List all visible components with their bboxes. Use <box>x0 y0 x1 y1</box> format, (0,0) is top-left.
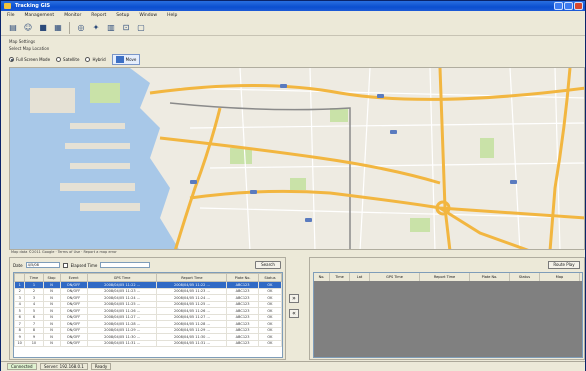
column-header[interactable] <box>14 273 26 282</box>
menu-report[interactable]: Report <box>91 13 106 18</box>
menu-help[interactable]: Help <box>167 13 177 18</box>
route-column-header[interactable]: Plate No. <box>470 273 510 281</box>
column-header[interactable]: Event <box>59 273 88 282</box>
map-canvas[interactable] <box>10 68 585 250</box>
binoculars-icon[interactable]: ◎ <box>75 22 87 34</box>
table-cell: 2008/04/05 11:31 ... <box>156 339 228 347</box>
radio-dot <box>85 57 91 62</box>
radio-full-screen[interactable]: Full Screen Mode <box>9 57 50 62</box>
filter-row: Date 4/5/08 Elapsed Time <box>13 261 151 269</box>
route-grid-header: No. Time Lat GPS Time Report Time Plate No. St… <box>314 273 582 281</box>
menu-setup[interactable]: Setup <box>116 13 129 18</box>
route-column-header[interactable]: No. <box>314 273 330 281</box>
menu-window[interactable]: Window <box>139 13 157 18</box>
menu-monitor[interactable]: Monitor <box>64 13 81 18</box>
route-column-header[interactable]: Status <box>510 273 540 281</box>
status-connection: Connected <box>7 363 37 370</box>
menu-bar: File Management Monitor Report Setup Win… <box>1 11 585 20</box>
column-header[interactable]: Status <box>257 273 282 282</box>
status-server: Server: 192.168.0.1 <box>40 363 88 370</box>
table-cell: OK <box>257 339 282 347</box>
column-header[interactable]: Stop <box>42 273 61 282</box>
event-table: Time Stop Event GPS Time Report Time Plate No… <box>14 273 282 347</box>
move-map-button[interactable]: Move <box>111 54 141 65</box>
move-label: Move <box>125 57 137 62</box>
table-cell: N <box>42 339 61 347</box>
app-icon <box>4 3 11 9</box>
radio-satellite[interactable]: Satellite <box>56 57 79 62</box>
route-grid[interactable]: No. Time Lat GPS Time Report Time Plate No. St… <box>313 272 583 358</box>
route-column-header[interactable]: Lat <box>350 273 370 281</box>
route-column-header[interactable]: Report Time <box>420 273 470 281</box>
date-field[interactable]: 4/5/08 <box>25 262 60 268</box>
elapsed-time-checkbox[interactable] <box>62 262 68 268</box>
truck-icon[interactable]: ■ <box>37 22 49 34</box>
column-header[interactable]: Report Time <box>156 273 228 282</box>
pin-icon[interactable]: ✦ <box>90 22 102 34</box>
new-icon[interactable]: ▤ <box>7 22 19 34</box>
column-header[interactable]: Plate No. <box>226 273 259 282</box>
window-title: Tracking GIS <box>15 3 51 9</box>
toolbar-separator <box>69 21 70 34</box>
map-settings-bar: Map Settings Select Map Location Full Sc… <box>1 37 585 67</box>
status-ready: Ready <box>90 363 112 370</box>
remove-from-route-button[interactable]: « <box>289 309 299 318</box>
map-mode-radios: Full Screen Mode Satellite Hybrid Move <box>9 54 141 65</box>
main-window: Tracking GIS File Management Monitor Rep… <box>0 0 586 371</box>
table-cell: 10 <box>14 339 26 347</box>
close-button[interactable] <box>574 2 583 10</box>
column-header[interactable]: Time <box>24 273 44 282</box>
column-header[interactable]: GPS Time <box>86 273 158 282</box>
maximize-button[interactable] <box>564 2 573 10</box>
menu-file[interactable]: File <box>7 13 15 18</box>
table-header: Time Stop Event GPS Time Report Time Plate No… <box>14 273 282 282</box>
route-play-button[interactable]: Route Play <box>548 261 580 269</box>
radio-dot <box>56 57 62 62</box>
radio-label: Hybrid <box>92 57 106 62</box>
table-cell: ON/OFF <box>59 339 88 347</box>
table-row[interactable]: 10 10 N ON/OFF 2008/04/05 11:31 ... 2008/04/0… <box>14 339 282 347</box>
date-label: Date <box>13 262 23 268</box>
route-column-header[interactable]: Time <box>330 273 350 281</box>
event-grid[interactable]: Time Stop Event GPS Time Report Time Plate No… <box>13 272 283 358</box>
map-view[interactable] <box>9 67 585 250</box>
table-cell: 10 <box>24 339 44 347</box>
map-view-icon <box>115 56 124 63</box>
table-cell: ABC123 <box>226 339 259 347</box>
transfer-buttons: » « <box>289 294 299 318</box>
radio-hybrid[interactable]: Hybrid <box>85 57 106 62</box>
add-to-route-button[interactable]: » <box>289 294 299 303</box>
route-column-header[interactable]: GPS Time <box>370 273 420 281</box>
grid-icon[interactable]: ▦ <box>52 22 64 34</box>
title-bar: Tracking GIS <box>1 1 585 11</box>
table-cell: 2008/04/05 11:31 ... <box>86 339 158 347</box>
radio-label: Satellite <box>63 57 80 62</box>
event-list-panel: Date 4/5/08 Elapsed Time Search Time Stop… <box>9 257 286 360</box>
radio-dot <box>9 57 14 62</box>
map-settings-caption: Map Settings <box>9 39 36 44</box>
map-location-label: Select Map Location <box>9 46 50 51</box>
toolbar: ▤ ☺ ■ ▦ ◎ ✦ ▥ ⊡ ▢ <box>1 20 585 36</box>
minimize-button[interactable] <box>554 2 563 10</box>
elapsed-time-field[interactable] <box>100 262 151 268</box>
search-button[interactable]: Search <box>255 261 281 269</box>
chart-icon[interactable]: ▥ <box>105 22 117 34</box>
person-icon[interactable]: ☺ <box>22 22 34 34</box>
window-icon[interactable]: ▢ <box>135 22 147 34</box>
route-column-header[interactable]: Map <box>540 273 580 281</box>
elapsed-time-label: Elapsed Time <box>70 262 98 268</box>
vehicle-icon[interactable]: ⊡ <box>120 22 132 34</box>
menu-management[interactable]: Management <box>25 13 55 18</box>
map-attribution: Map data ©2011 Google · Terms of Use · R… <box>9 250 585 255</box>
route-panel: Route Play No. Time Lat GPS Time Report Time… <box>309 257 585 360</box>
radio-label: Full Screen Mode <box>16 57 51 62</box>
status-bar: Connected Server: 192.168.0.1 Ready <box>1 361 585 371</box>
